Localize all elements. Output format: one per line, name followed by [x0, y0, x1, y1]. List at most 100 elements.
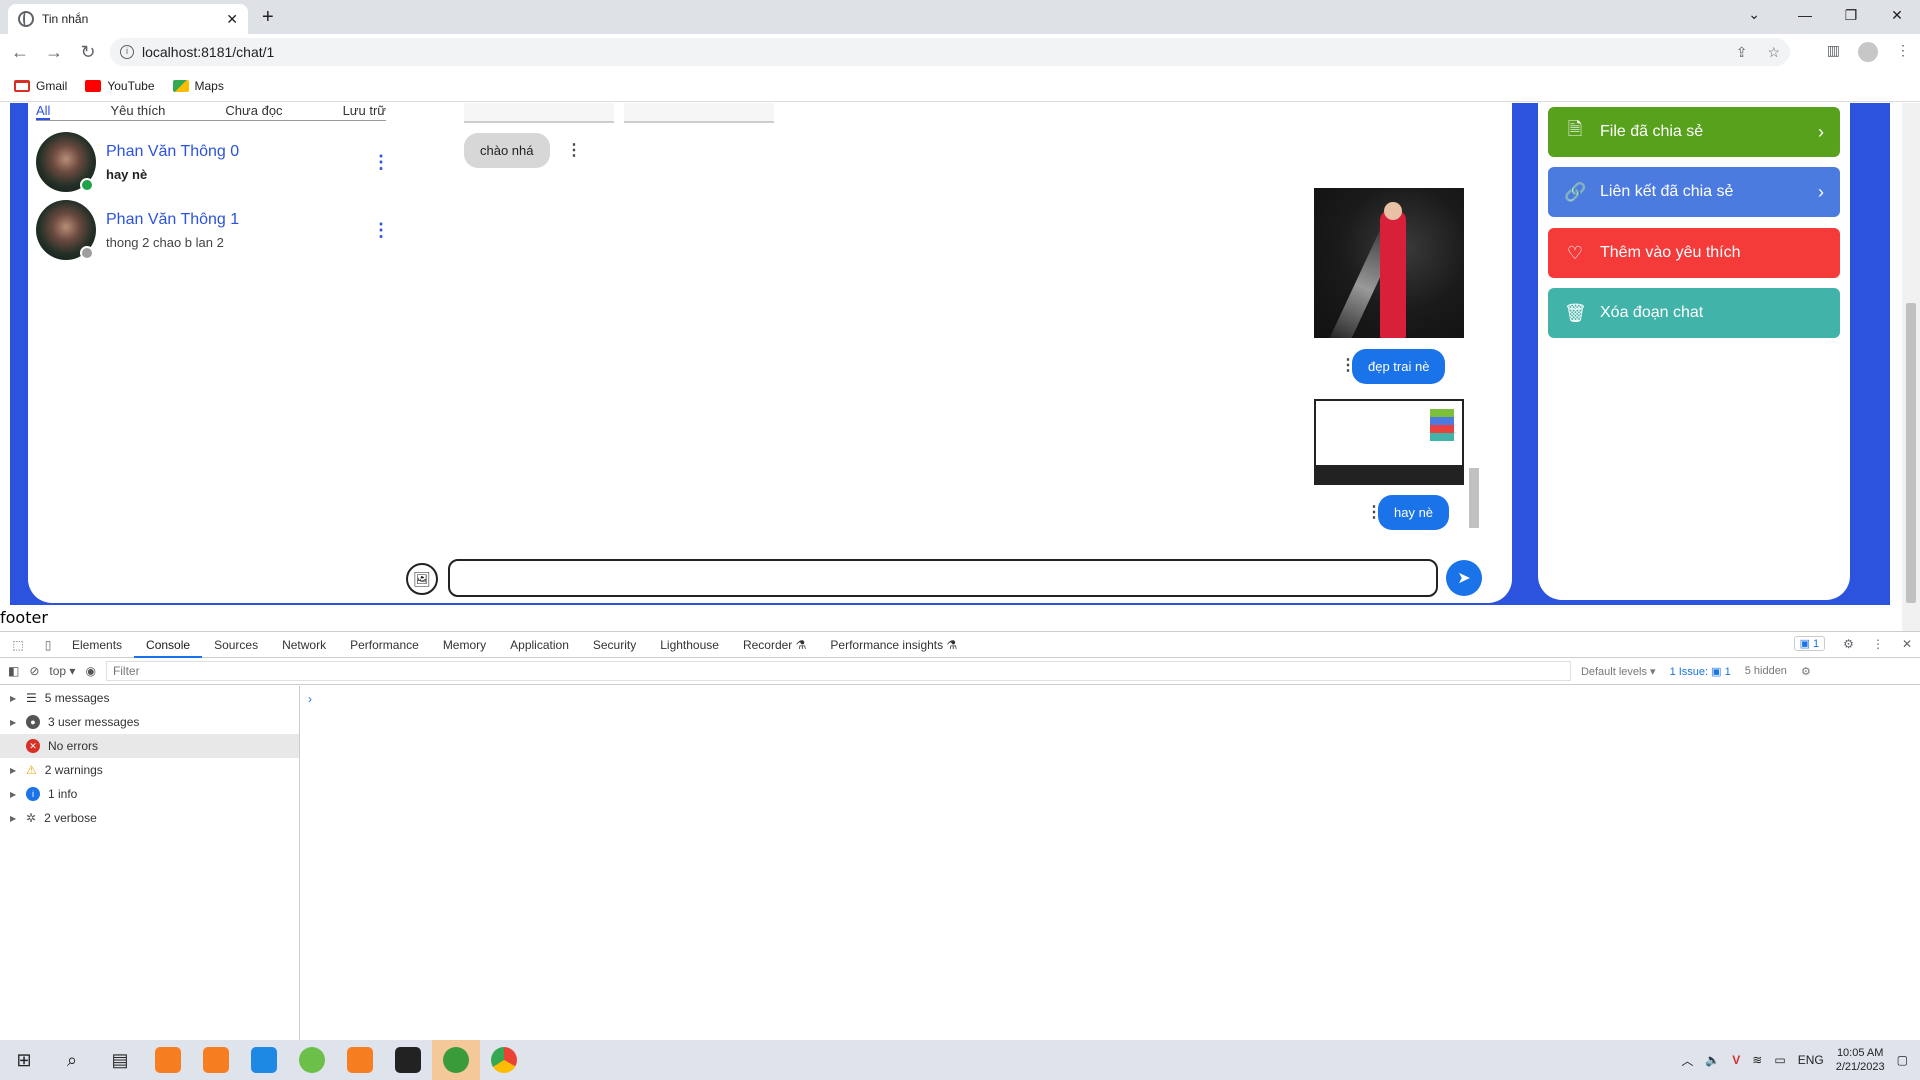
expand-icon[interactable]: ▶ — [10, 766, 18, 775]
tab-security[interactable]: Security — [581, 632, 648, 658]
eye-icon[interactable]: ◉ — [85, 664, 95, 678]
tab-recorder[interactable]: Recorder ⚗ — [731, 632, 818, 658]
chat-scrollbar[interactable] — [1466, 103, 1482, 543]
tab-search-icon[interactable]: ⌄ — [1748, 6, 1760, 23]
device-toolbar-icon[interactable]: ▯ — [36, 638, 60, 652]
tab-console[interactable]: Console — [134, 632, 203, 658]
tab-lighthouse[interactable]: Lighthouse — [648, 632, 731, 658]
image-attachment[interactable] — [624, 103, 774, 123]
clock[interactable]: 10:05 AM 2/21/2023 — [1836, 1046, 1885, 1074]
tab-memory[interactable]: Memory — [431, 632, 498, 658]
profile-icon[interactable] — [1858, 42, 1878, 62]
reload-icon[interactable]: ↻ — [74, 42, 102, 63]
close-tab-icon[interactable]: ✕ — [226, 11, 238, 28]
expand-icon[interactable]: ▶ — [10, 694, 18, 703]
sidebar-item-user-messages[interactable]: ▶ ● 3 user messages — [0, 710, 299, 734]
download-manager-icon[interactable] — [432, 1040, 480, 1080]
share-icon[interactable]: ⇪ — [1736, 44, 1748, 61]
shared-links-button[interactable]: 🔗 Liên kết đã chia sẻ › — [1548, 167, 1840, 217]
volume-icon[interactable]: 🔈 — [1705, 1053, 1720, 1067]
expand-icon[interactable]: ▶ — [10, 790, 18, 799]
expand-icon[interactable]: ▶ — [10, 814, 18, 823]
shared-files-button[interactable]: 🗎 File đã chia sẻ › — [1548, 107, 1840, 157]
context-selector[interactable]: top ▾ — [49, 664, 75, 678]
tab-performance[interactable]: Performance — [338, 632, 431, 658]
page-scroll-thumb[interactable] — [1906, 303, 1916, 603]
xampp-icon[interactable] — [336, 1040, 384, 1080]
sidebar-item-errors[interactable]: ✕ No errors — [0, 734, 299, 758]
sidebar-item-warnings[interactable]: ▶ ⚠ 2 warnings — [0, 758, 299, 782]
inspect-icon[interactable]: ⬚ — [0, 638, 36, 652]
delete-chat-button[interactable]: 🗑 Xóa đoạn chat — [1548, 288, 1840, 338]
console-prompt[interactable]: › — [308, 692, 312, 706]
image-attachment[interactable] — [1314, 188, 1464, 338]
menu-icon[interactable]: ⋮ — [1896, 42, 1910, 62]
wifi-icon[interactable]: ≋ — [1752, 1053, 1762, 1067]
new-tab-button[interactable]: + — [262, 6, 274, 29]
browser-tab[interactable]: Tin nhắn ✕ — [8, 4, 248, 34]
filter-all[interactable]: All — [36, 103, 51, 120]
tab-performance-insights[interactable]: Performance insights ⚗ — [818, 632, 969, 658]
sidebar-toggle-icon[interactable]: ◧ — [8, 664, 19, 678]
clear-console-icon[interactable]: ⊘ — [29, 664, 39, 678]
sidebar-item-messages[interactable]: ▶ ☰ 5 messages — [0, 686, 299, 710]
search-icon[interactable]: ⌕ — [48, 1040, 96, 1080]
tab-network[interactable]: Network — [270, 632, 338, 658]
tab-sources[interactable]: Sources — [202, 632, 270, 658]
terminal-icon[interactable] — [384, 1040, 432, 1080]
console-settings-icon[interactable]: ⚙ — [1801, 665, 1811, 678]
expand-icon[interactable]: ▶ — [10, 718, 18, 727]
site-info-icon[interactable]: i — [120, 45, 134, 59]
restore-icon[interactable]: ❐ — [1828, 0, 1874, 30]
tab-application[interactable]: Application — [498, 632, 581, 658]
forward-icon[interactable]: → — [40, 42, 68, 63]
windows-start-icon[interactable]: ⊞ — [0, 1040, 48, 1080]
filter-archived[interactable]: Lưu trữ — [343, 103, 386, 120]
sidebar-item-verbose[interactable]: ▶ ✲ 2 verbose — [0, 806, 299, 830]
address-bar[interactable]: i localhost:8181/chat/1 ⇪ ☆ — [110, 38, 1790, 66]
side-panel-icon[interactable]: ▥ — [1827, 42, 1840, 62]
add-favorite-button[interactable]: ♡ Thêm vào yêu thích — [1548, 228, 1840, 278]
antivirus-icon[interactable]: V — [1732, 1053, 1740, 1067]
image-upload-icon[interactable]: 🖼 — [406, 563, 438, 595]
filter-favorites[interactable]: Yêu thích — [110, 103, 165, 120]
bookmark-star-icon[interactable]: ☆ — [1767, 44, 1780, 61]
app-icon[interactable] — [288, 1040, 336, 1080]
contact-item[interactable]: Phan Văn Thông 0 hay nè ⋮ — [36, 131, 390, 193]
contact-menu-icon[interactable]: ⋮ — [372, 221, 390, 239]
back-icon[interactable]: ← — [6, 42, 34, 63]
devtools-menu-icon[interactable]: ⋮ — [1872, 637, 1884, 651]
bookmark-gmail[interactable]: Gmail — [14, 79, 67, 93]
settings-icon[interactable]: ⚙ — [1843, 637, 1854, 651]
chat-scroll-thumb[interactable] — [1469, 468, 1479, 528]
chevron-up-icon[interactable]: ︿ — [1681, 1052, 1693, 1069]
message-input[interactable] — [448, 559, 1438, 597]
close-devtools-icon[interactable]: ✕ — [1902, 637, 1912, 651]
language-indicator[interactable]: ENG — [1798, 1053, 1824, 1067]
page-scrollbar[interactable] — [1902, 103, 1920, 631]
sidebar-item-info[interactable]: ▶ i 1 info — [0, 782, 299, 806]
vscode-icon[interactable] — [240, 1040, 288, 1080]
issues-badge[interactable]: ▣ 1 — [1793, 636, 1826, 651]
bookmark-youtube[interactable]: YouTube — [85, 79, 155, 93]
battery-icon[interactable]: ▭ — [1774, 1053, 1785, 1067]
xampp-icon[interactable] — [144, 1040, 192, 1080]
minimize-icon[interactable]: — — [1782, 0, 1828, 30]
screenshot-attachment[interactable] — [1314, 399, 1464, 485]
console-filter-input[interactable]: Filter — [105, 661, 1571, 681]
issues-link[interactable]: 1 Issue: ▣ 1 — [1670, 665, 1731, 678]
chrome-icon[interactable] — [480, 1040, 528, 1080]
message-menu-icon[interactable]: ⋮ — [566, 143, 582, 159]
task-view-icon[interactable]: ▤ — [96, 1040, 144, 1080]
filter-unread[interactable]: Chưa đọc — [225, 103, 282, 120]
image-attachment[interactable] — [464, 103, 614, 123]
close-window-icon[interactable]: ✕ — [1874, 0, 1920, 30]
tab-elements[interactable]: Elements — [60, 632, 134, 658]
contact-menu-icon[interactable]: ⋮ — [372, 153, 390, 171]
notifications-icon[interactable]: ▢ — [1897, 1053, 1908, 1067]
log-levels-select[interactable]: Default levels ▾ — [1581, 665, 1656, 678]
contact-item[interactable]: Phan Văn Thông 1 thong 2 chao b lan 2 ⋮ — [36, 199, 390, 261]
xampp-icon[interactable] — [192, 1040, 240, 1080]
send-icon[interactable]: ➤ — [1446, 560, 1482, 596]
bookmark-maps[interactable]: Maps — [172, 79, 224, 93]
